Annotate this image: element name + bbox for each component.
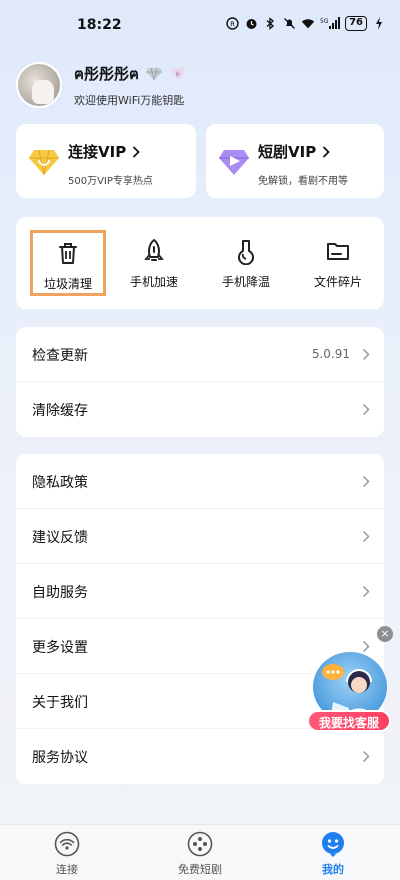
pink-play-badge-icon [170, 68, 187, 80]
tool-phone-speedup[interactable]: 手机加速 [116, 231, 192, 293]
connect-vip-title: 连接VIP [68, 141, 140, 162]
chevron-right-icon [362, 750, 370, 763]
gold-diamond-icon [29, 149, 59, 176]
nav-label: 我的 [322, 863, 344, 876]
chevron-right-icon [362, 475, 370, 488]
tool-label: 文件碎片 [313, 275, 362, 289]
status-bar: 18:22 R 5G 76 [0, 0, 400, 50]
row-label: 清除缓存 [32, 403, 88, 419]
svg-text:R: R [230, 20, 235, 28]
status-time: 18:22 [77, 17, 122, 33]
privacy-policy-row[interactable]: 隐私政策 [16, 454, 384, 509]
row-label: 检查更新 [32, 348, 88, 364]
clear-cache-row[interactable]: 清除缓存 [16, 382, 384, 437]
self-service-row[interactable]: 自助服务 [16, 564, 384, 619]
row-label: 服务协议 [32, 750, 88, 766]
data-saver-icon: R [225, 17, 239, 31]
nav-label: 免费短剧 [178, 863, 222, 876]
chevron-right-icon [362, 530, 370, 543]
username: ฅ彤彤彤ฅ [74, 65, 140, 83]
tool-label: 手机降温 [221, 275, 270, 289]
tool-label: 垃圾清理 [43, 277, 92, 291]
purple-diamond-icon [219, 150, 249, 175]
bottom-nav: 连接 免费短剧 我的 [0, 824, 400, 880]
tool-trash-clean[interactable]: 垃圾清理 [30, 230, 106, 296]
chevron-right-icon [362, 403, 370, 416]
customer-service-float[interactable]: 我要找客服 [307, 650, 391, 736]
chevron-right-icon [362, 348, 370, 361]
trash-icon [59, 243, 77, 264]
row-label: 隐私政策 [32, 475, 88, 491]
alarm-icon [244, 17, 258, 31]
tool-phone-cooldown[interactable]: 手机降温 [208, 231, 284, 293]
battery-indicator: 76 [345, 16, 367, 31]
wifi-icon [54, 831, 80, 857]
folder-icon [327, 243, 349, 260]
rocket-icon [144, 239, 164, 261]
row-label: 关于我们 [32, 695, 88, 711]
customer-service-label: 我要找客服 [307, 710, 391, 732]
tools-panel: 垃圾清理 手机加速 手机降温 文件碎片 [16, 217, 384, 309]
row-label: 建议反馈 [32, 530, 88, 546]
check-update-row[interactable]: 检查更新 5.0.91 [16, 327, 384, 382]
connect-vip-label: 连接VIP [68, 143, 127, 161]
wifi-status-icon [301, 17, 315, 31]
float-close-button[interactable]: × [377, 626, 393, 642]
settings-group-update: 检查更新 5.0.91 清除缓存 [16, 327, 384, 437]
drama-vip-card[interactable]: 短剧VIP 免解锁，看剧不用等 [206, 124, 384, 198]
avatar[interactable] [16, 62, 62, 108]
mute-icon [282, 17, 296, 31]
row-label: 更多设置 [32, 640, 88, 656]
bluetooth-icon [263, 17, 277, 31]
chevron-right-icon [323, 145, 330, 158]
row-label: 自助服务 [32, 585, 88, 601]
nav-connect[interactable]: 连接 [22, 831, 112, 877]
signal-icon: 5G [320, 17, 341, 31]
drama-vip-label: 短剧VIP [258, 143, 317, 161]
drama-vip-title: 短剧VIP [258, 141, 330, 162]
drama-vip-subtitle: 免解锁，看剧不用等 [258, 176, 348, 187]
film-reel-icon [187, 831, 213, 857]
connect-vip-subtitle: 500万VIP专享热点 [68, 176, 153, 187]
tool-file-fragments[interactable]: 文件碎片 [300, 231, 376, 293]
profile-header[interactable]: ฅ彤彤彤ฅ 欢迎使用WiFi万能钥匙 [16, 62, 187, 108]
chevron-right-icon [133, 145, 140, 158]
connect-vip-card[interactable]: 连接VIP 500万VIP专享热点 [16, 124, 196, 198]
service-agreement-row[interactable]: 服务协议 [16, 729, 384, 784]
status-icons: R 5G 76 [225, 16, 386, 31]
nav-label: 连接 [56, 863, 78, 876]
welcome-text: 欢迎使用WiFi万能钥匙 [74, 94, 185, 107]
tool-label: 手机加速 [129, 275, 178, 289]
nav-mine[interactable]: 我的 [288, 831, 378, 877]
charging-icon [372, 17, 386, 31]
thermometer-icon [238, 240, 254, 265]
chevron-right-icon [362, 585, 370, 598]
version-value: 5.0.91 [311, 347, 350, 361]
profile-icon [322, 832, 344, 857]
feedback-row[interactable]: 建议反馈 [16, 509, 384, 564]
silver-diamond-badge-icon [146, 67, 163, 81]
nav-free-drama[interactable]: 免费短剧 [155, 831, 245, 877]
svg-text:5G: 5G [320, 18, 329, 25]
